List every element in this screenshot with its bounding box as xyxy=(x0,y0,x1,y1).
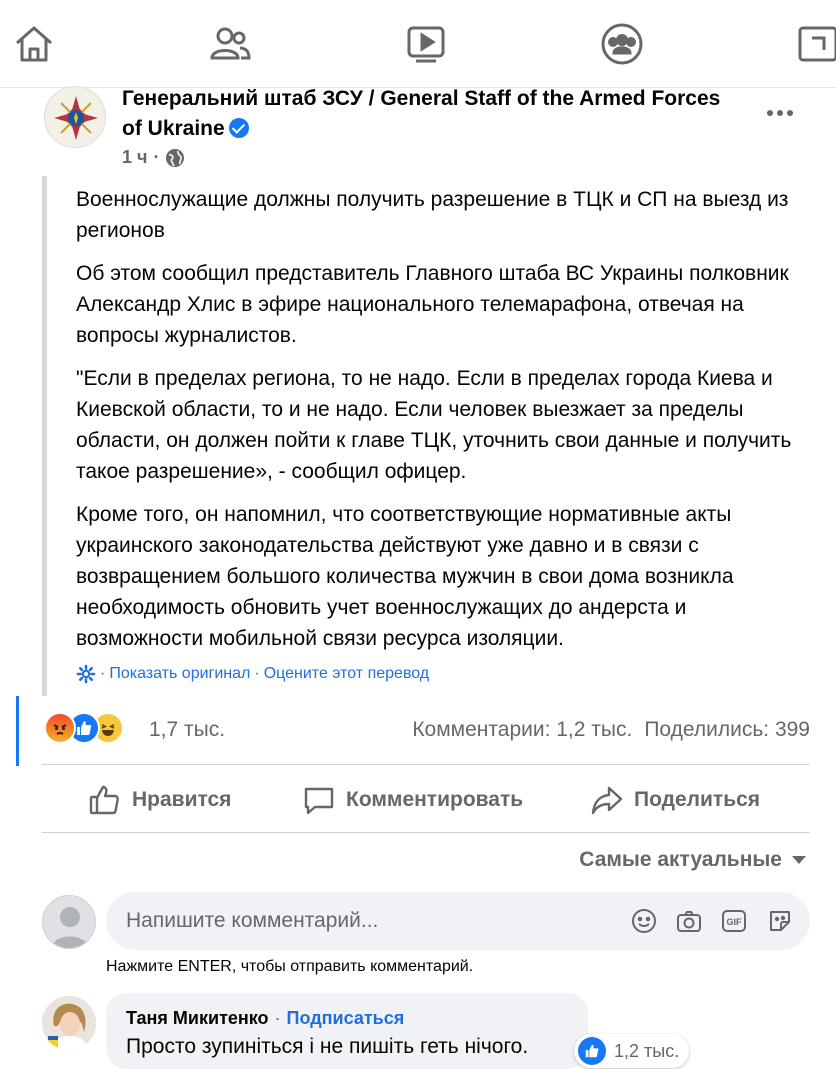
post-meta: 1 ч · xyxy=(122,147,185,168)
post-paragraph: Кроме того, он напомнил, что соответству… xyxy=(76,503,734,650)
show-original-link[interactable]: Показать оригинал xyxy=(109,665,250,683)
page-name[interactable]: Генеральний штаб ЗСУ / General Staff of … xyxy=(122,84,742,144)
more-dot xyxy=(777,110,783,116)
page-avatar[interactable] xyxy=(44,86,106,148)
gear-icon[interactable] xyxy=(76,664,96,684)
page-name-text[interactable]: Генеральний штаб ЗСУ / General Staff of … xyxy=(122,87,720,140)
post-paragraph: "Если в пределах региона, то не надо. Ес… xyxy=(76,367,792,483)
translate-separator: · xyxy=(100,665,106,682)
commenter-name[interactable]: Таня Микитенко xyxy=(126,1008,269,1028)
divider xyxy=(42,832,810,833)
groups-icon[interactable] xyxy=(598,20,646,68)
comment-likes-count: 1,2 тыс. xyxy=(614,1040,680,1061)
like-label: Нравится xyxy=(132,788,232,811)
comments-count[interactable]: Комментарии: 1,2 тыс. xyxy=(412,718,632,742)
share-arrow-icon xyxy=(591,786,623,815)
gaming-icon[interactable] xyxy=(794,20,836,68)
comment-bubble: Таня Микитенко · Подписаться Просто зупині… xyxy=(106,993,588,1069)
friends-icon[interactable] xyxy=(206,20,254,68)
camera-icon[interactable] xyxy=(673,905,705,937)
thumbs-up-icon xyxy=(89,785,119,815)
angry-reaction-icon xyxy=(44,712,76,744)
follow-link[interactable]: Подписаться xyxy=(287,1008,405,1028)
reaction-icons[interactable] xyxy=(44,712,124,744)
comment-separator: · xyxy=(274,1008,281,1028)
rate-translation-link[interactable]: Оцените этот перевод xyxy=(264,665,429,683)
share-button[interactable]: Поделиться xyxy=(590,780,760,820)
post-time[interactable]: 1 ч xyxy=(122,147,147,168)
like-button[interactable]: Нравится xyxy=(88,780,231,820)
enter-hint: Нажмите ENTER, чтобы отправить комментар… xyxy=(106,958,474,975)
post-options-button[interactable] xyxy=(760,98,800,128)
comment-label: Комментировать xyxy=(346,788,524,811)
translation-quote-bar xyxy=(42,176,47,696)
shares-count[interactable]: Поделились: 399 xyxy=(644,718,810,742)
translate-separator: · xyxy=(254,665,260,682)
caret-down-icon xyxy=(792,856,806,864)
comment-button[interactable]: Комментировать xyxy=(302,780,523,820)
top-navigation xyxy=(0,0,836,88)
more-dots-icon xyxy=(767,110,773,116)
comment-text: Просто зупиніться і не пишіть геть нічог… xyxy=(126,1035,529,1058)
watch-icon[interactable] xyxy=(402,20,450,68)
comment-input[interactable] xyxy=(126,892,606,950)
translation-bar: · Показать оригинал · Оцените этот перев… xyxy=(76,664,429,684)
post-paragraph: Об этом сообщил представитель Главного ш… xyxy=(76,262,789,347)
post-paragraph: Военнослужащие должны получить разрешени… xyxy=(76,188,789,242)
svg-text:GIF: GIF xyxy=(727,917,743,927)
sort-label: Самые актуальные xyxy=(579,848,782,871)
share-label: Поделиться xyxy=(634,788,761,811)
speech-bubble-icon xyxy=(304,787,334,815)
comment-composer[interactable]: GIF xyxy=(106,892,810,950)
gif-icon[interactable]: GIF xyxy=(718,905,750,937)
emoji-icon[interactable] xyxy=(628,905,660,937)
post-body: Военнослужащие должны получить разрешени… xyxy=(76,184,816,666)
current-user-avatar[interactable] xyxy=(42,895,96,949)
like-reaction-icon xyxy=(578,1037,606,1065)
verified-badge-icon xyxy=(228,118,249,138)
post-stats: Комментарии: 1,2 тыс. Поделились: 399 xyxy=(412,718,810,742)
comment-reaction-pill[interactable]: 1,2 тыс. xyxy=(574,1034,690,1068)
dot-separator: · xyxy=(153,147,160,167)
more-dot xyxy=(787,110,793,116)
reaction-count[interactable]: 1,7 тыс. xyxy=(149,718,225,742)
home-icon[interactable] xyxy=(10,20,58,68)
comment-header: Таня Микитенко · Подписаться xyxy=(126,1008,404,1029)
sticker-icon[interactable] xyxy=(764,905,796,937)
commenter-avatar[interactable] xyxy=(42,996,96,1050)
divider xyxy=(42,764,810,765)
globe-icon xyxy=(166,148,185,167)
focus-accent xyxy=(16,696,19,766)
comment-sort-dropdown[interactable]: Самые актуальные xyxy=(579,848,806,872)
